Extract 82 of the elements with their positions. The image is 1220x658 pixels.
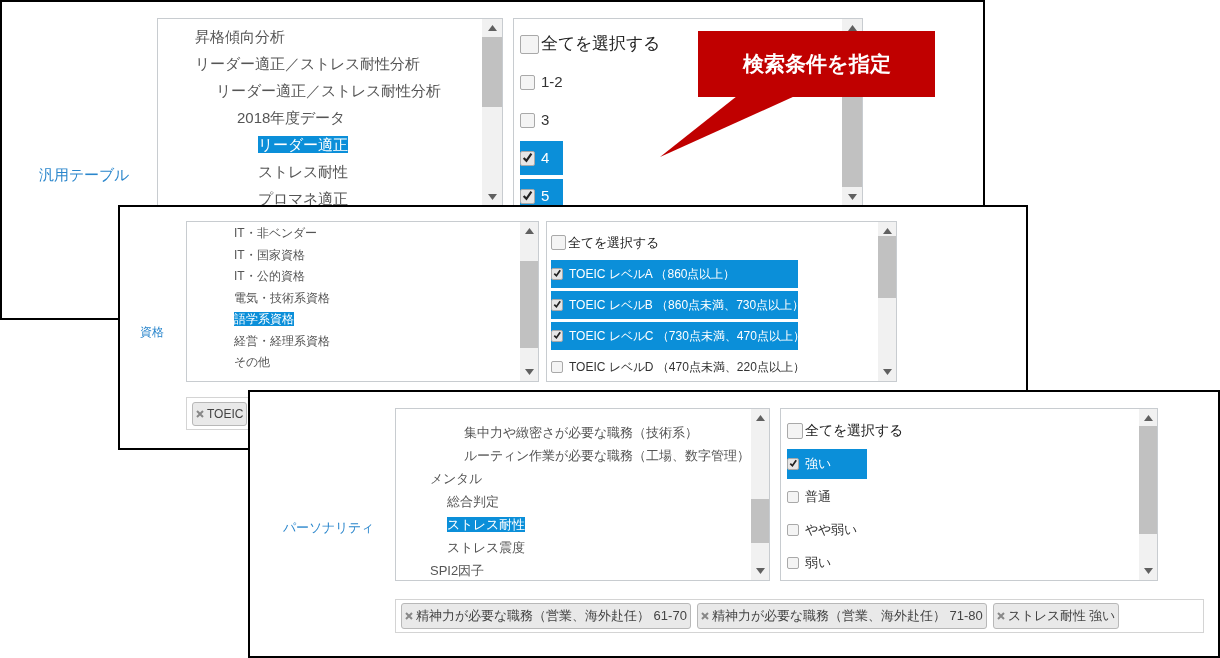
up-arrow-icon xyxy=(882,228,892,234)
tree-item[interactable]: IT・公的資格 xyxy=(234,269,305,283)
checkbox-option[interactable]: TOEIC レベルA （860点以上） xyxy=(551,259,798,288)
tree-item[interactable]: ルーティン作業が必要な職務（工場、数字管理） xyxy=(464,448,750,463)
down-arrow-icon xyxy=(847,194,857,200)
checkbox[interactable] xyxy=(787,422,803,439)
close-icon xyxy=(996,612,1005,620)
up-arrow-icon xyxy=(487,25,497,31)
scrollbar-thumb[interactable] xyxy=(1139,426,1157,534)
down-arrow-icon xyxy=(755,568,765,574)
checkbox-option[interactable]: 弱い xyxy=(787,547,835,578)
up-arrow-icon xyxy=(847,25,857,31)
checkbox[interactable] xyxy=(787,556,799,569)
tree-item[interactable]: IT・国家資格 xyxy=(234,247,305,262)
checkbox[interactable] xyxy=(551,329,563,342)
checkbox[interactable] xyxy=(551,360,563,373)
tree-item[interactable]: 2018年度データ xyxy=(237,109,346,126)
scrollbar[interactable] xyxy=(878,222,896,381)
tree-item[interactable]: ストレス震度 xyxy=(447,540,525,555)
tree-item[interactable]: ストレス耐性 xyxy=(447,517,525,532)
tree-item[interactable]: 電気・技術系資格 xyxy=(234,290,330,305)
scrollbar[interactable] xyxy=(751,409,769,580)
filter-tag[interactable]: ストレス耐性 強い xyxy=(992,603,1120,629)
select-all-option[interactable]: 全てを選択する xyxy=(787,420,903,441)
tree-item[interactable]: 経営・経理系資格 xyxy=(234,333,330,348)
down-arrow-icon xyxy=(524,369,534,375)
scrollbar-thumb[interactable] xyxy=(520,261,538,348)
callout-tooltip: 検索条件を指定 xyxy=(698,31,935,97)
checkbox[interactable] xyxy=(520,150,535,166)
scrollbar[interactable] xyxy=(482,19,502,206)
checkbox[interactable] xyxy=(551,267,563,280)
tree-item[interactable]: リーダー適正 xyxy=(258,136,348,153)
up-arrow-icon xyxy=(524,228,534,234)
up-arrow-icon xyxy=(1143,415,1153,421)
checkbox[interactable] xyxy=(551,235,566,250)
down-arrow-icon xyxy=(487,194,497,200)
close-icon xyxy=(700,612,709,620)
checkbox[interactable] xyxy=(520,34,539,54)
tree-item[interactable]: ストレス耐性 xyxy=(258,163,348,180)
checkbox[interactable] xyxy=(551,298,563,311)
section-label: 汎用テーブル xyxy=(39,166,129,183)
checkbox-option[interactable]: やや弱い xyxy=(787,514,861,545)
down-arrow-icon xyxy=(882,369,892,375)
scrollbar-thumb[interactable] xyxy=(751,499,769,543)
tree-item[interactable]: その他 xyxy=(234,355,270,369)
close-icon xyxy=(405,612,413,620)
checkbox-option[interactable]: TOEIC レベルB （860点未満、730点以上） xyxy=(551,290,798,319)
checkbox[interactable] xyxy=(520,188,535,204)
tree-item[interactable]: 昇格傾向分析 xyxy=(195,28,285,45)
section-label: 資格 xyxy=(140,325,164,339)
scrollbar[interactable] xyxy=(1139,409,1157,580)
checkbox[interactable] xyxy=(787,523,799,536)
tree-item[interactable]: IT・非ベンダー xyxy=(234,226,317,240)
checkbox[interactable] xyxy=(520,112,535,128)
checkbox-option[interactable]: 5 xyxy=(520,179,563,206)
tree-item[interactable]: SPI2因子 xyxy=(430,563,485,578)
up-arrow-icon xyxy=(755,415,765,421)
tree-item[interactable]: リーダー適正／ストレス耐性分析 xyxy=(195,55,420,72)
checkbox-option[interactable]: 普通 xyxy=(787,481,835,512)
tree-item[interactable]: 集中力や緻密さが必要な職務（技術系） xyxy=(464,425,698,440)
scrollbar-thumb[interactable] xyxy=(878,236,896,298)
tree-item[interactable]: 語学系資格 xyxy=(234,312,294,326)
select-all-option[interactable]: 全てを選択する xyxy=(551,232,659,253)
tree-item[interactable]: リーダー適正／ストレス耐性分析 xyxy=(216,82,441,99)
checkbox-option[interactable]: 3 xyxy=(520,103,554,137)
checkbox-option[interactable]: TOEIC レベルC （730点未満、470点以上） xyxy=(551,321,798,350)
close-icon xyxy=(196,409,204,418)
checkbox[interactable] xyxy=(787,490,799,503)
filter-tag[interactable]: 精神力が必要な職務（営業、海外赴任） 61-70 xyxy=(401,603,691,629)
select-all-option[interactable]: 全てを選択する xyxy=(520,31,660,57)
checkbox[interactable] xyxy=(787,457,799,470)
scrollbar[interactable] xyxy=(520,222,538,381)
checkbox-option[interactable]: 4 xyxy=(520,141,563,175)
filter-tag[interactable]: 精神力が必要な職務（営業、海外赴任） 71-80 xyxy=(696,603,987,629)
scrollbar-thumb[interactable] xyxy=(482,37,502,107)
tree-item[interactable]: メンタル xyxy=(430,471,482,486)
checkbox-option[interactable]: 1-2 xyxy=(520,65,567,99)
section-label: パーソナリティ xyxy=(283,520,374,535)
tree-item[interactable]: 総合判定 xyxy=(447,494,499,509)
checkbox[interactable] xyxy=(520,74,535,90)
filter-tag[interactable]: TOEIC xyxy=(192,401,248,426)
down-arrow-icon xyxy=(1143,568,1153,574)
